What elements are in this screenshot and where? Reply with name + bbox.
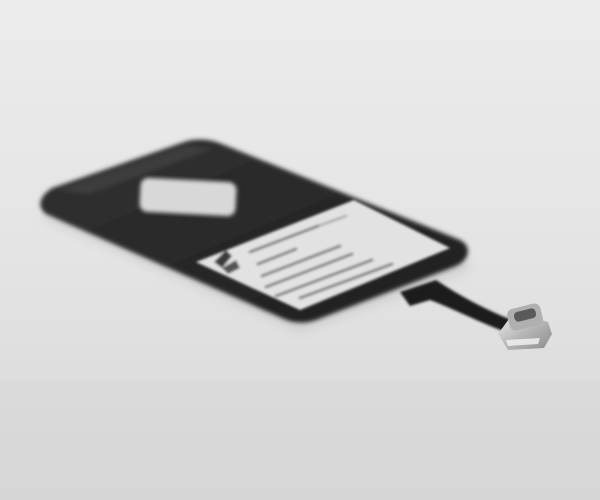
product-photo: [0, 0, 600, 500]
pad-slot: [139, 177, 237, 217]
photo-canvas: [0, 0, 600, 500]
floor-gradient: [0, 380, 600, 500]
